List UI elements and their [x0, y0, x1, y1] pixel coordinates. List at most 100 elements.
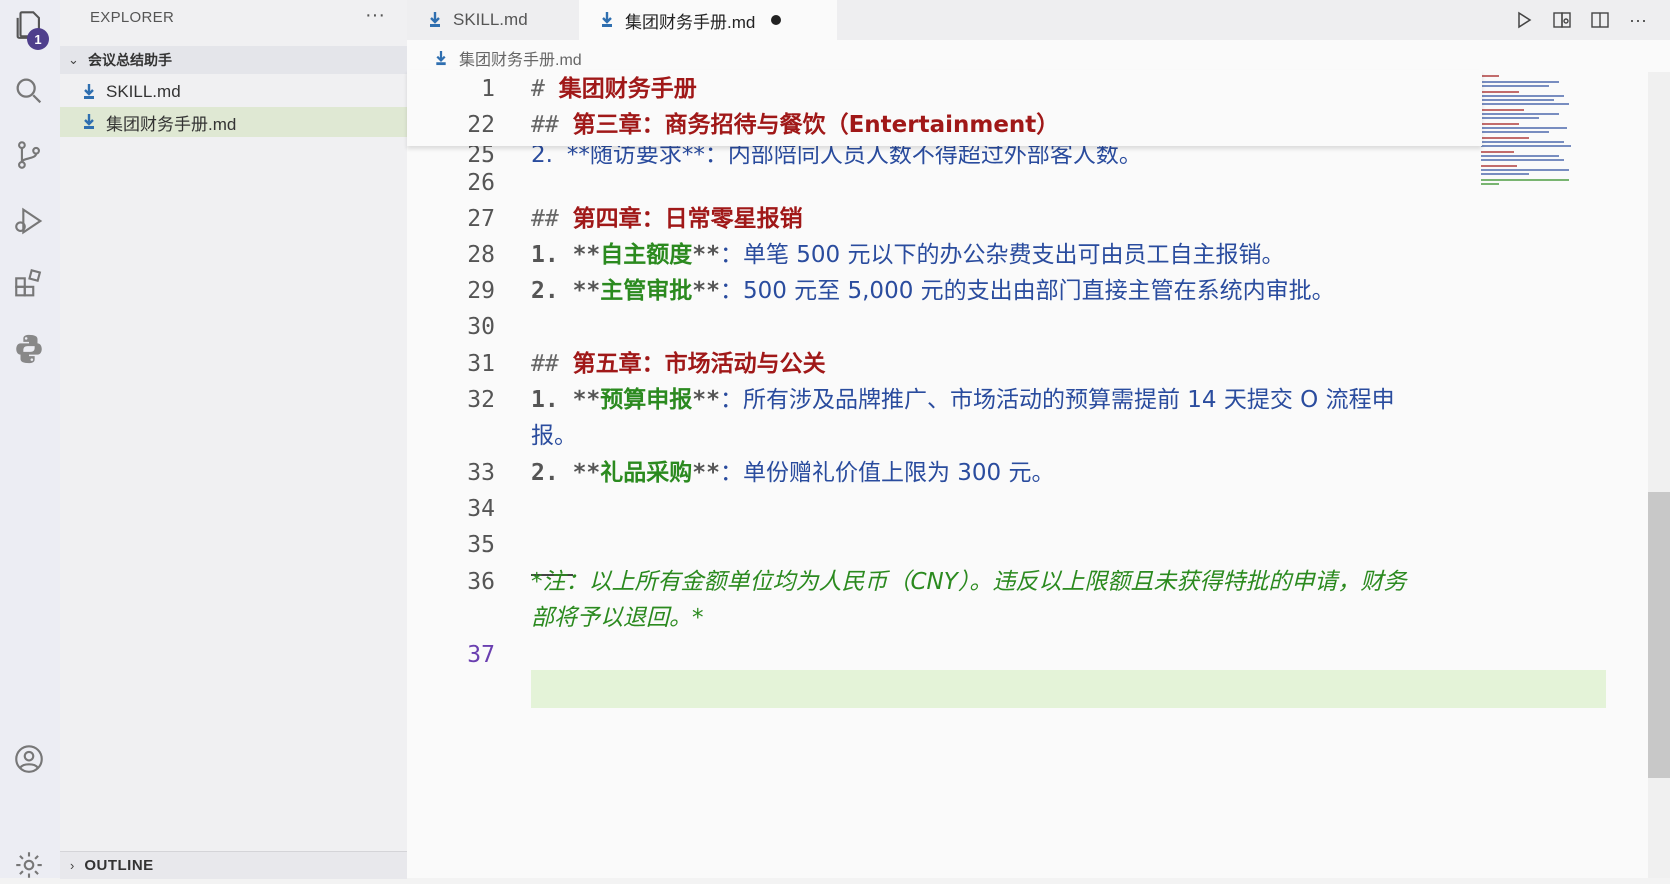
markdown-file-icon — [436, 50, 446, 65]
account-icon[interactable] — [10, 740, 48, 778]
run-icon[interactable] — [1512, 8, 1536, 32]
more-icon[interactable]: ··· — [1626, 8, 1650, 32]
split-editor-icon[interactable] — [1588, 8, 1612, 32]
line-number: 27 — [467, 206, 495, 232]
bold-marker: ** — [692, 460, 720, 486]
markdown-file-icon — [84, 84, 94, 99]
settings-gear-icon[interactable] — [10, 846, 48, 884]
breadcrumb[interactable]: 集团财务手册.md — [435, 46, 582, 70]
explorer-title: EXPLORER — [90, 9, 175, 26]
file-name: SKILL.md — [106, 82, 181, 101]
folder-row[interactable]: ⌄ 会议总结助手 — [60, 46, 407, 74]
line-text: ：500 元至 5,000 元的支出由部门直接主管在系统内审批。 — [719, 278, 1335, 304]
editor-area: SKILL.md 集团财务手册.md ··· 集团财务手册.md 25 2. *… — [407, 0, 1670, 878]
sticky-scroll[interactable]: 1 # 集团财务手册 22 ## 第三章：商务招待与餐饮（Entertainme… — [407, 70, 1482, 146]
outline-label: OUTLINE — [84, 857, 154, 874]
code-line: 37 — [407, 636, 1547, 674]
outline-section[interactable]: › OUTLINE — [60, 851, 407, 879]
list-marker: 1. — [531, 387, 559, 413]
line-number: 28 — [467, 242, 495, 268]
line-number: 37 — [467, 642, 495, 668]
code-line: 34 — [407, 490, 1547, 528]
bold-marker: ** — [692, 278, 720, 304]
heading-text: 第三章：商务招待与餐饮（Entertainment） — [572, 112, 1060, 138]
chevron-down-icon: ⌄ — [68, 52, 79, 67]
wrapped-text: 报。 — [531, 423, 577, 449]
bold-text: 自主额度 — [600, 242, 693, 268]
list-marker: 1. — [531, 242, 559, 268]
heading-marker: ## — [531, 206, 559, 232]
heading-text: 集团财务手册 — [558, 76, 697, 102]
breadcrumb-file: 集团财务手册.md — [459, 52, 582, 69]
code-line: 29 2. **主管审批**：500 元至 5,000 元的支出由部门直接主管在… — [407, 272, 1547, 310]
code-line: 35 — [407, 526, 1547, 564]
bold-text: 预算申报 — [600, 387, 693, 413]
open-preview-icon[interactable] — [1550, 8, 1574, 32]
file-name: 集团财务手册.md — [106, 114, 237, 134]
line-number: 32 — [467, 387, 495, 413]
code-line: 26 — [407, 164, 1547, 202]
sticky-line[interactable]: 1 # 集团财务手册 — [407, 70, 1547, 108]
sticky-line[interactable]: 22 ## 第三章：商务招待与餐饮（Entertainment） — [407, 106, 1547, 144]
line-number: 1 — [481, 76, 495, 102]
file-item-finance[interactable]: 集团财务手册.md — [60, 107, 407, 137]
markdown-file-icon — [602, 12, 612, 27]
line-number: 29 — [467, 278, 495, 304]
line-text: ：单笔 500 元以下的办公杂费支出可由员工自主报销。 — [719, 242, 1285, 268]
heading-text: 第四章：日常零星报销 — [572, 206, 803, 232]
markdown-file-icon — [84, 114, 94, 129]
scroll-thumb[interactable] — [1648, 492, 1670, 778]
unsaved-dot-icon[interactable] — [771, 15, 782, 25]
tab-skill[interactable]: SKILL.md — [407, 0, 579, 40]
line-number: 35 — [467, 532, 495, 558]
heading-text: 第五章：市场活动与公关 — [572, 351, 826, 377]
bold-marker: ** — [692, 387, 720, 413]
line-number: 33 — [467, 460, 495, 486]
wrapped-text: 部将予以退回。* — [531, 605, 704, 631]
markdown-file-icon — [430, 12, 440, 27]
explorer-badge: 1 — [27, 28, 49, 50]
code-line: 28 1. **自主额度**：单笔 500 元以下的办公杂费支出可由员工自主报销… — [407, 236, 1547, 274]
file-item-skill[interactable]: SKILL.md — [60, 77, 407, 107]
list-marker: 2. — [531, 460, 559, 486]
python-icon[interactable] — [10, 330, 48, 368]
heading-marker: # — [531, 76, 545, 102]
tab-label: SKILL.md — [453, 10, 528, 29]
bold-marker: ** — [572, 460, 601, 486]
code-line: 30 — [407, 308, 1547, 346]
bold-marker: ** — [572, 242, 601, 268]
line-number: 26 — [467, 170, 495, 196]
run-debug-icon[interactable] — [10, 202, 48, 240]
activity-bar: 1 — [0, 0, 60, 878]
tab-finance[interactable]: 集团财务手册.md — [579, 0, 837, 40]
line-number: 36 — [467, 569, 495, 595]
tab-bar: SKILL.md 集团财务手册.md ··· — [407, 0, 1670, 40]
bold-marker: ** — [572, 387, 601, 413]
search-icon[interactable] — [10, 72, 48, 110]
vertical-scrollbar[interactable] — [1648, 72, 1670, 878]
explorer-sidebar: EXPLORER ··· ⌄ 会议总结助手 SKILL.md 集团财务手册.md… — [60, 0, 407, 879]
heading-marker: ## — [531, 112, 559, 138]
line-number: 30 — [467, 314, 495, 340]
italic-note: *注：以上所有金额单位均为人民币（CNY）。违反以上限额且未获得特批的申请，财务 — [531, 569, 1407, 595]
chevron-right-icon: › — [70, 858, 75, 873]
line-number: 34 — [467, 496, 495, 522]
code-line-wrap: 部将予以退回。* — [407, 599, 1547, 637]
bold-text: 主管审批 — [600, 278, 693, 304]
code-line: 33 2. **礼品采购**：单份赠礼价值上限为 300 元。 — [407, 454, 1547, 492]
tab-label: 集团财务手册.md — [625, 12, 756, 32]
source-control-icon[interactable] — [10, 136, 48, 174]
line-text: ：所有涉及品牌推广、市场活动的预算需提前 14 天提交 O 流程申 — [719, 387, 1395, 413]
line-number: 22 — [467, 112, 495, 138]
current-line-highlight — [531, 670, 1606, 708]
editor-actions: ··· — [1512, 8, 1650, 32]
bold-marker: ** — [692, 242, 720, 268]
bold-text: 礼品采购 — [600, 460, 693, 486]
code-line: 31 ## 第五章：市场活动与公关 — [407, 345, 1547, 383]
extensions-icon[interactable] — [10, 265, 48, 303]
code-line: 36 *注：以上所有金额单位均为人民币（CNY）。违反以上限额且未获得特批的申请… — [407, 563, 1547, 601]
line-number: 31 — [467, 351, 495, 377]
more-actions-icon[interactable]: ··· — [365, 4, 385, 27]
code-line: 27 ## 第四章：日常零星报销 — [407, 200, 1547, 238]
folder-name: 会议总结助手 — [88, 52, 172, 68]
